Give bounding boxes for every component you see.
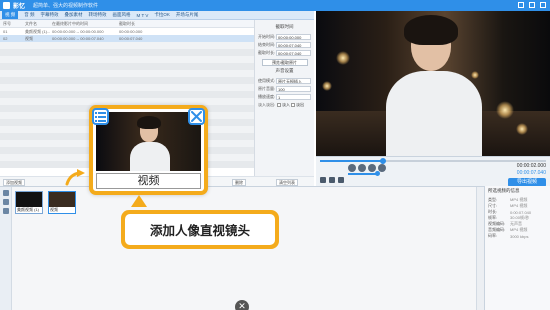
column-duration: 截取时长: [119, 20, 135, 26]
tab-overlay[interactable]: 叠加素材: [65, 12, 83, 18]
length-field: 00:00:07.040: [276, 50, 311, 56]
maximize-icon[interactable]: [529, 2, 535, 8]
window-controls: [518, 2, 546, 8]
menu-bar: 视 频 音 频 字幕特效 叠加素材 转场特效 画面风格 M T V 卡拉OK 开…: [0, 11, 314, 20]
speed-field[interactable]: 1: [276, 94, 311, 100]
playback-progress[interactable]: [320, 158, 546, 164]
clip-thumbnail: [96, 112, 201, 171]
callout-text: 添加人像直视镜头: [149, 224, 250, 238]
fade-out-checkbox[interactable]: [291, 103, 295, 107]
table-row[interactable]: 01 美颜视频 (1)... 00:00:00.000 -- 00:00:00.…: [0, 28, 254, 35]
tab-style[interactable]: 画面风格: [113, 12, 131, 18]
tab-video[interactable]: 视 频: [2, 11, 19, 19]
timeline-track: [14, 272, 476, 292]
column-num: 序号: [3, 20, 11, 26]
sound-section-title: 声音设置: [275, 68, 294, 73]
column-time: 在最终影片中的时间: [52, 20, 88, 26]
app-title: 影忆: [13, 4, 26, 10]
mode-select[interactable]: 原片无损插入: [276, 78, 311, 84]
volume-slider[interactable]: [348, 171, 380, 176]
info-title: 所选视频的信息: [488, 188, 520, 193]
tab-intro-outro[interactable]: 开场与片尾: [176, 12, 199, 18]
bottom-close-icon[interactable]: ✕: [235, 300, 249, 310]
start-time-field[interactable]: 00:00:00.000: [276, 34, 311, 40]
timeline-tools: [0, 187, 12, 310]
video-preview[interactable]: [316, 11, 550, 156]
timeline-track: [14, 247, 476, 267]
tab-transition[interactable]: 转场特效: [89, 12, 107, 18]
close-icon[interactable]: [188, 108, 205, 125]
tab-audio[interactable]: 音 频: [24, 12, 34, 18]
trim-section-title: 截取时间: [275, 24, 294, 29]
title-bar: 影忆 超简单、强大的视频制作软件: [0, 0, 550, 11]
clear-list-button[interactable]: 清空列表: [276, 179, 298, 186]
column-filename: 文件名: [25, 20, 37, 26]
fade-in-checkbox[interactable]: [277, 103, 281, 107]
snapshot-icon[interactable]: [320, 177, 326, 183]
list-icon[interactable]: [92, 108, 109, 125]
tab-karaoke[interactable]: 卡拉OK: [154, 12, 170, 18]
clip-settings-panel: 截取时间 开始时间: 00:00:00.000 结束时间: 00:00:07.040…: [254, 20, 314, 176]
stop-icon[interactable]: [348, 164, 356, 172]
app-subtitle: 超简单、强大的视频制作软件: [33, 3, 99, 9]
volume-field[interactable]: 100: [276, 86, 311, 92]
video-info-panel: 所选视频的信息 类型: MP4 视频 尺寸: MP4 视频 时长: 0:00:07.0…: [484, 186, 550, 310]
current-time: 00:00:02.000: [516, 163, 546, 169]
fullscreen-icon[interactable]: [329, 177, 335, 183]
clip-label: 视频: [96, 173, 201, 189]
delete-button[interactable]: 删除: [232, 179, 246, 186]
tab-mtv[interactable]: M T V: [137, 13, 149, 18]
app-logo-icon: [3, 2, 10, 9]
minimize-icon[interactable]: [518, 2, 524, 8]
callout-arrow-icon: [65, 169, 85, 186]
tab-subtitle-effects[interactable]: 字幕特效: [41, 12, 59, 18]
storyboard-icon[interactable]: [2, 190, 9, 196]
play-icon[interactable]: [358, 164, 366, 172]
table-row[interactable]: 02 视频 00:00:00.000 -- 00:00:07.040 00:00…: [0, 35, 254, 42]
end-time-field[interactable]: 00:00:07.040: [276, 42, 311, 48]
timeline-clip[interactable]: 美颜视频 (1): [15, 191, 43, 214]
timeline-clip[interactable]: 视频: [48, 191, 76, 214]
close-window-icon[interactable]: [540, 2, 546, 8]
add-video-button[interactable]: 添加视频: [3, 179, 25, 186]
clip-preview-popup: 视频: [89, 105, 208, 195]
timeline-scrollbar[interactable]: [476, 187, 484, 310]
callout-box: 添加人像直视镜头: [121, 195, 279, 249]
list-header: 序号 文件名 在最终影片中的时间 截取时长: [0, 20, 254, 28]
zoom-out-icon[interactable]: [2, 208, 9, 214]
speaker-icon[interactable]: [338, 177, 344, 183]
zoom-in-icon[interactable]: [2, 199, 9, 205]
timeline-track: [14, 190, 476, 210]
callout-pointer: [131, 195, 147, 207]
preview-trim-button[interactable]: 预览/截取原片: [261, 59, 308, 66]
total-time: 00:00:07.040: [516, 170, 546, 176]
